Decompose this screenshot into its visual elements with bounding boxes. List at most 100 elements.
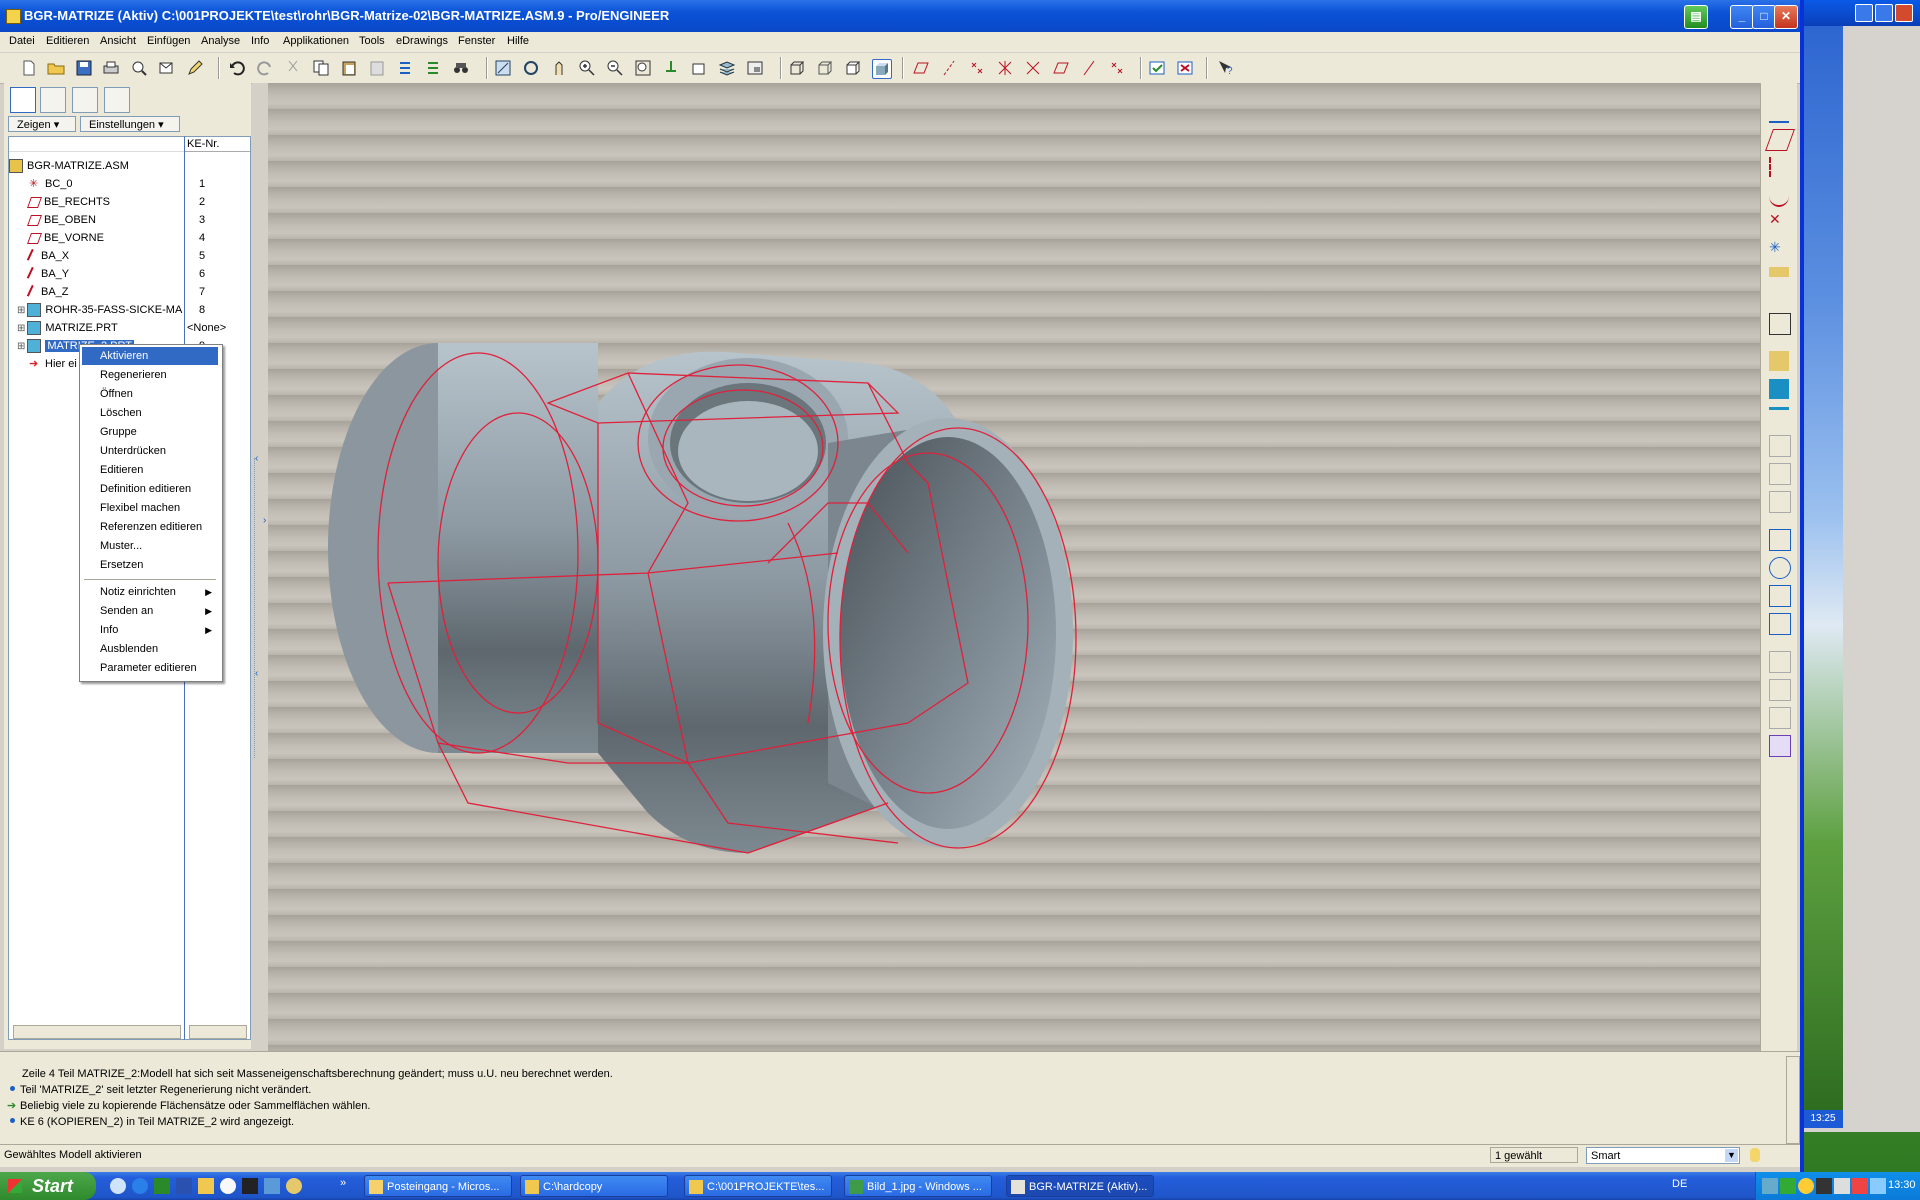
- context-menu-item[interactable]: Muster...: [82, 537, 218, 555]
- context-menu-item[interactable]: Aktivieren: [82, 347, 218, 365]
- merge-icon[interactable]: [1769, 679, 1791, 701]
- saved-views-icon[interactable]: [690, 59, 708, 77]
- edit-icon[interactable]: [186, 59, 204, 77]
- tree-item[interactable]: ⊞ ROHR-35-FASS-SICKE-MA: [17, 301, 182, 319]
- clock-app-icon[interactable]: [220, 1178, 236, 1194]
- context-menu-item[interactable]: Notiz einrichten ▶: [82, 583, 218, 601]
- repaint-icon[interactable]: [494, 59, 512, 77]
- start-button[interactable]: Start: [0, 1172, 96, 1200]
- folder-browser-tab-icon[interactable]: [40, 87, 66, 113]
- folder-icon[interactable]: [198, 1178, 214, 1194]
- quicklaunch-expand-icon[interactable]: »: [340, 1177, 346, 1189]
- context-menu-item[interactable]: Ersetzen: [82, 556, 218, 574]
- context-menu-item[interactable]: Referenzen editieren: [82, 518, 218, 536]
- tree-item[interactable]: BE_RECHTS: [17, 193, 110, 211]
- shading-icon[interactable]: [872, 59, 892, 79]
- copy-icon[interactable]: [312, 59, 330, 77]
- menu-analyse[interactable]: Analyse: [201, 35, 240, 47]
- revolve-icon[interactable]: [1769, 557, 1791, 579]
- tray-display-icon[interactable]: [1870, 1178, 1886, 1194]
- draft-icon[interactable]: [1769, 491, 1791, 513]
- context-menu-item[interactable]: Info ▶: [82, 621, 218, 639]
- expand-icon[interactable]: ⊞: [17, 305, 25, 316]
- taskbar-item[interactable]: Posteingang - Micros...: [364, 1175, 512, 1197]
- menu-einfuegen[interactable]: Einfügen: [147, 35, 190, 47]
- axis-tag-icon[interactable]: [1080, 59, 1098, 77]
- save-icon[interactable]: [75, 59, 93, 77]
- taskbar-item-active[interactable]: BGR-MATRIZE (Aktiv)...: [1006, 1175, 1154, 1197]
- context-menu-item[interactable]: Editieren: [82, 461, 218, 479]
- context-menu-item[interactable]: Flexibel machen: [82, 499, 218, 517]
- minimize-icon[interactable]: [1855, 4, 1873, 22]
- wireframe-icon[interactable]: [788, 59, 806, 77]
- context-help-icon[interactable]: ?: [1216, 59, 1234, 77]
- taskbar-item[interactable]: C:\hardcopy: [520, 1175, 668, 1197]
- context-menu-item[interactable]: Unterdrücken: [82, 442, 218, 460]
- minimize-button[interactable]: _: [1730, 5, 1754, 29]
- app-icon[interactable]: [264, 1178, 280, 1194]
- datum-axis-display-icon[interactable]: [940, 59, 958, 77]
- collapse-left-icon[interactable]: ‹: [255, 453, 258, 464]
- analysis-icon[interactable]: [1769, 267, 1789, 277]
- tray-volume-icon[interactable]: [1834, 1178, 1850, 1194]
- blend-icon[interactable]: [1769, 613, 1791, 635]
- ke-horizontal-scrollbar[interactable]: [189, 1025, 247, 1039]
- collapse-left-icon[interactable]: ‹: [255, 668, 258, 679]
- hole-icon[interactable]: [1769, 407, 1789, 430]
- datum-point-display-icon[interactable]: [968, 59, 986, 77]
- background-window-titlebar[interactable]: [1803, 0, 1920, 26]
- close-window-icon[interactable]: [1176, 59, 1194, 77]
- printer-icon[interactable]: ▤: [1684, 5, 1708, 29]
- sketch-icon[interactable]: [1769, 101, 1789, 123]
- menu-datei[interactable]: Datei: [9, 35, 35, 47]
- no-hidden-icon[interactable]: [844, 59, 862, 77]
- favorites-tab-icon[interactable]: [72, 87, 98, 113]
- language-indicator[interactable]: DE: [1672, 1178, 1687, 1190]
- send-email-icon[interactable]: [158, 59, 176, 77]
- create-component-icon[interactable]: [1769, 351, 1789, 371]
- message-scrollbar[interactable]: [1786, 1056, 1800, 1144]
- close-icon[interactable]: [1895, 4, 1913, 22]
- tray-antivirus-icon[interactable]: [1852, 1178, 1868, 1194]
- taskbar-item[interactable]: Bild_1.jpg - Windows ...: [844, 1175, 992, 1197]
- open-folder-icon[interactable]: [47, 59, 65, 77]
- maximize-button[interactable]: □: [1752, 5, 1776, 29]
- tree-item[interactable]: BA_X: [17, 247, 69, 265]
- regen-manager-icon[interactable]: [424, 59, 442, 77]
- trim-icon[interactable]: [1769, 707, 1791, 729]
- zoom-out-icon[interactable]: [606, 59, 624, 77]
- menu-hilfe[interactable]: Hilfe: [507, 35, 529, 47]
- taskbar-item[interactable]: C:\001PROJEKTE\tes...: [684, 1175, 832, 1197]
- chamfer-icon[interactable]: [1769, 463, 1791, 485]
- context-menu-item[interactable]: Gruppe: [82, 423, 218, 441]
- spin-center-icon[interactable]: [522, 59, 540, 77]
- menu-ansicht[interactable]: Ansicht: [100, 35, 136, 47]
- context-menu-item[interactable]: Parameter editieren: [82, 659, 218, 677]
- tree-item[interactable]: ✳ BC_0: [17, 175, 73, 193]
- model-tree-tab-icon[interactable]: [10, 87, 36, 113]
- find-icon[interactable]: [452, 59, 470, 77]
- regenerate-icon[interactable]: [396, 59, 414, 77]
- tray-update-icon[interactable]: [1798, 1178, 1814, 1194]
- add-component-icon[interactable]: [1769, 313, 1791, 335]
- refit-icon[interactable]: [634, 59, 652, 77]
- view-manager-icon[interactable]: [746, 59, 764, 77]
- zoom-in-icon[interactable]: [578, 59, 596, 77]
- package-icon[interactable]: [1769, 379, 1789, 399]
- mirror-icon[interactable]: [1769, 651, 1791, 673]
- context-menu-item[interactable]: Senden an ▶: [82, 602, 218, 620]
- 3d-model[interactable]: [268, 83, 1760, 1051]
- print-icon[interactable]: [102, 59, 120, 77]
- tree-item[interactable]: ➜ Hier ei: [17, 355, 77, 373]
- tree-item[interactable]: BA_Z: [17, 283, 69, 301]
- reorient-icon[interactable]: [662, 59, 680, 77]
- new-file-icon[interactable]: [20, 59, 38, 77]
- annotation-display-icon[interactable]: [1024, 59, 1042, 77]
- plane-tag-icon[interactable]: [1052, 59, 1070, 77]
- show-dropdown[interactable]: Zeigen ▾: [8, 116, 76, 132]
- point-tag-icon[interactable]: [1108, 59, 1126, 77]
- orient-mode-icon[interactable]: [550, 59, 568, 77]
- undo-icon[interactable]: [228, 59, 246, 77]
- datum-axis-icon[interactable]: [1769, 157, 1791, 177]
- layers-icon[interactable]: [718, 59, 736, 77]
